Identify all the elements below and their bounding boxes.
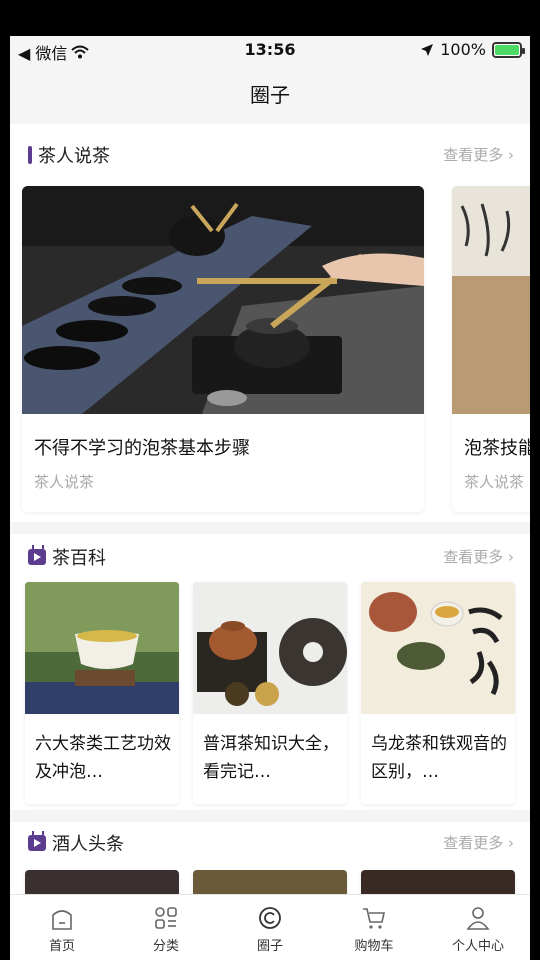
card-carousel[interactable]: 不得不学习的泡茶基本步骤 茶人说茶 泡茶技能 茶人说茶 — [10, 186, 530, 516]
encyclopedia-card[interactable]: 普洱茶知识大全，看完记… — [193, 582, 347, 804]
article-source: 茶人说茶 — [464, 473, 525, 491]
app-screen: ◀ 微信 13:56 100% 圈子 茶人说茶 查看更多 › 不得不学习的泡茶基… — [10, 36, 530, 960]
calligraphy-image — [452, 186, 530, 414]
battery-icon — [492, 41, 525, 58]
tab-category[interactable]: 分类 — [114, 895, 218, 960]
section-header: 茶人说茶 查看更多 › — [10, 124, 530, 186]
location-icon — [421, 43, 434, 56]
video-icon — [28, 835, 46, 851]
view-more-link[interactable]: 查看更多 › — [443, 832, 514, 853]
headline-card[interactable] — [25, 870, 179, 894]
encyclopedia-title: 六大茶类工艺功效及冲泡… — [35, 734, 171, 782]
headline-card[interactable] — [361, 870, 515, 894]
nav-bar: 圈子 — [10, 64, 530, 122]
circle-icon — [259, 907, 281, 929]
view-more-link[interactable]: 查看更多 › — [443, 546, 514, 567]
article-title: 泡茶技能 — [464, 438, 530, 459]
cart-icon — [363, 908, 385, 929]
tab-label: 分类 — [152, 939, 179, 954]
tea-cup-image — [25, 582, 179, 714]
oolong-tea-image — [361, 582, 515, 714]
tab-label: 个人中心 — [451, 939, 504, 954]
section-header: 酒人头条 查看更多 › — [10, 822, 530, 870]
headline-row — [10, 870, 530, 894]
battery-fill — [495, 44, 519, 55]
category-icon — [155, 907, 177, 929]
section-title: 茶人说茶 — [28, 142, 110, 168]
section-title-text: 酒人头条 — [52, 834, 124, 855]
puer-tea-image — [193, 582, 347, 714]
section-title-text: 茶人说茶 — [38, 146, 110, 167]
page-title: 圈子 — [250, 82, 290, 107]
video-icon — [28, 549, 46, 565]
encyclopedia-title: 普洱茶知识大全，看完记… — [203, 734, 339, 782]
encyclopedia-card[interactable]: 乌龙茶和铁观音的区别，… — [361, 582, 515, 804]
section-tea-encyclopedia: 茶百科 查看更多 › 六大茶类工艺功效及冲泡… 普洱茶知识大全，看完记… 乌龙茶… — [10, 534, 530, 810]
tab-label: 圈子 — [256, 939, 283, 954]
encyclopedia-grid: 六大茶类工艺功效及冲泡… 普洱茶知识大全，看完记… 乌龙茶和铁观音的区别，… — [10, 582, 530, 810]
tab-bar: 首页 分类 圈子 购物车 个人中心 — [10, 894, 530, 960]
section-marker-icon — [28, 146, 32, 164]
section-tea-talk: 茶人说茶 查看更多 › 不得不学习的泡茶基本步骤 茶人说茶 泡茶技能 茶人说茶 — [10, 124, 530, 522]
article-title: 不得不学习的泡茶基本步骤 — [34, 438, 250, 459]
tab-circle[interactable]: 圈子 — [218, 895, 322, 960]
tab-cart[interactable]: 购物车 — [322, 895, 426, 960]
tab-label: 首页 — [48, 939, 75, 954]
section-title-text: 茶百科 — [52, 548, 106, 569]
encyclopedia-card[interactable]: 六大茶类工艺功效及冲泡… — [25, 582, 179, 804]
home-icon — [52, 910, 72, 930]
view-more-link[interactable]: 查看更多 › — [443, 144, 514, 165]
article-card[interactable]: 不得不学习的泡茶基本步骤 茶人说茶 — [22, 186, 424, 512]
encyclopedia-title: 乌龙茶和铁观音的区别，… — [371, 734, 507, 782]
battery-percent: 100% — [440, 40, 486, 59]
tab-label: 购物车 — [354, 939, 394, 954]
status-bar: ◀ 微信 13:56 100% — [10, 36, 530, 64]
tea-brewing-image — [22, 186, 424, 414]
feed-content[interactable]: 茶人说茶 查看更多 › 不得不学习的泡茶基本步骤 茶人说茶 泡茶技能 茶人说茶 … — [10, 124, 530, 894]
section-wine-headlines: 酒人头条 查看更多 › — [10, 822, 530, 894]
headline-card[interactable] — [193, 870, 347, 894]
section-header: 茶百科 查看更多 › — [10, 534, 530, 582]
tab-profile[interactable]: 个人中心 — [426, 895, 530, 960]
status-right: 100% — [420, 40, 525, 59]
tab-home[interactable]: 首页 — [10, 895, 114, 960]
article-source: 茶人说茶 — [34, 473, 95, 491]
article-card[interactable]: 泡茶技能 茶人说茶 — [452, 186, 530, 512]
profile-icon — [466, 907, 490, 930]
section-title: 茶百科 — [28, 544, 106, 570]
section-title: 酒人头条 — [28, 830, 124, 856]
